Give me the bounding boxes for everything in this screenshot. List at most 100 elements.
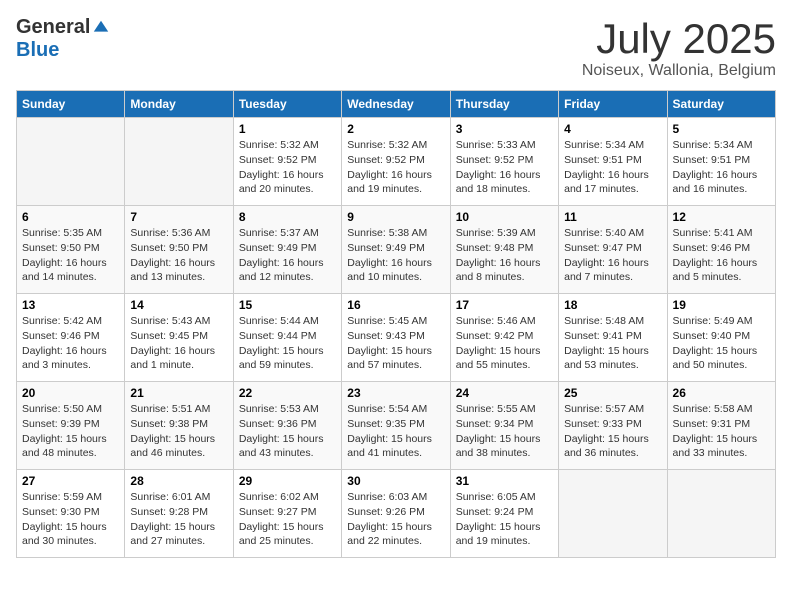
- weekday-header-cell: Saturday: [667, 91, 775, 118]
- week-row: 27 Sunrise: 5:59 AM Sunset: 9:30 PM Dayli…: [17, 470, 776, 558]
- week-row: 1 Sunrise: 5:32 AM Sunset: 9:52 PM Daylig…: [17, 118, 776, 206]
- calendar-cell: 15Sunrise: 5:44 AM Sunset: 9:44 PM Dayli…: [233, 294, 341, 382]
- day-info: Sunrise: 5:32 AM Sunset: 9:52 PM Dayligh…: [347, 138, 444, 197]
- day-info: Sunrise: 5:39 AM Sunset: 9:48 PM Dayligh…: [456, 226, 553, 285]
- day-number: 6: [22, 210, 119, 224]
- calendar-cell: 27 Sunrise: 5:59 AM Sunset: 9:30 PM Dayli…: [17, 470, 125, 558]
- weekday-header-cell: Monday: [125, 91, 233, 118]
- day-info: Sunrise: 5:51 AM Sunset: 9:38 PM Dayligh…: [130, 402, 227, 461]
- day-info: Sunrise: 5:41 AM Sunset: 9:46 PM Dayligh…: [673, 226, 770, 285]
- calendar-cell: 24 Sunrise: 5:55 AM Sunset: 9:34 PM Dayli…: [450, 382, 558, 470]
- calendar-cell: 4 Sunrise: 5:34 AM Sunset: 9:51 PM Daylig…: [559, 118, 667, 206]
- calendar-cell: 22Sunrise: 5:53 AM Sunset: 9:36 PM Dayli…: [233, 382, 341, 470]
- day-number: 19: [673, 298, 770, 312]
- weekday-header-cell: Sunday: [17, 91, 125, 118]
- day-info: Sunrise: 6:02 AM Sunset: 9:27 PM Dayligh…: [239, 490, 336, 549]
- week-row: 6 Sunrise: 5:35 AM Sunset: 9:50 PM Daylig…: [17, 206, 776, 294]
- logo-icon: [92, 19, 110, 37]
- calendar-cell: [559, 470, 667, 558]
- month-title: July 2025: [582, 16, 776, 62]
- day-number: 23: [347, 386, 444, 400]
- day-info: Sunrise: 6:05 AM Sunset: 9:24 PM Dayligh…: [456, 490, 553, 549]
- calendar-cell: 26 Sunrise: 5:58 AM Sunset: 9:31 PM Dayli…: [667, 382, 775, 470]
- page-header: General Blue July 2025 Noiseux, Wallonia…: [16, 16, 776, 80]
- weekday-header-cell: Tuesday: [233, 91, 341, 118]
- day-number: 31: [456, 474, 553, 488]
- day-info: Sunrise: 5:42 AM Sunset: 9:46 PM Dayligh…: [22, 314, 119, 373]
- day-number: 26: [673, 386, 770, 400]
- calendar-cell: 20 Sunrise: 5:50 AM Sunset: 9:39 PM Dayli…: [17, 382, 125, 470]
- day-number: 9: [347, 210, 444, 224]
- weekday-header-cell: Friday: [559, 91, 667, 118]
- day-number: 21: [130, 386, 227, 400]
- calendar-cell: 29 Sunrise: 6:02 AM Sunset: 9:27 PM Dayli…: [233, 470, 341, 558]
- day-number: 27: [22, 474, 119, 488]
- day-info: Sunrise: 5:57 AM Sunset: 9:33 PM Dayligh…: [564, 402, 661, 461]
- calendar-cell: 28Sunrise: 6:01 AM Sunset: 9:28 PM Dayli…: [125, 470, 233, 558]
- day-info: Sunrise: 5:40 AM Sunset: 9:47 PM Dayligh…: [564, 226, 661, 285]
- calendar-cell: 10 Sunrise: 5:39 AM Sunset: 9:48 PM Dayli…: [450, 206, 558, 294]
- day-info: Sunrise: 5:38 AM Sunset: 9:49 PM Dayligh…: [347, 226, 444, 285]
- calendar-cell: 7Sunrise: 5:36 AM Sunset: 9:50 PM Daylig…: [125, 206, 233, 294]
- day-number: 16: [347, 298, 444, 312]
- day-number: 7: [130, 210, 227, 224]
- calendar-cell: [17, 118, 125, 206]
- day-info: Sunrise: 5:34 AM Sunset: 9:51 PM Dayligh…: [564, 138, 661, 197]
- day-info: Sunrise: 5:53 AM Sunset: 9:36 PM Dayligh…: [239, 402, 336, 461]
- calendar-cell: 21 Sunrise: 5:51 AM Sunset: 9:38 PM Dayli…: [125, 382, 233, 470]
- day-number: 18: [564, 298, 661, 312]
- day-number: 13: [22, 298, 119, 312]
- logo-blue-text: Blue: [16, 39, 59, 61]
- calendar-cell: 18 Sunrise: 5:48 AM Sunset: 9:41 PM Dayli…: [559, 294, 667, 382]
- calendar-cell: 3 Sunrise: 5:33 AM Sunset: 9:52 PM Daylig…: [450, 118, 558, 206]
- day-info: Sunrise: 5:43 AM Sunset: 9:45 PM Dayligh…: [130, 314, 227, 373]
- logo-general-text: General: [16, 16, 90, 39]
- day-number: 14: [130, 298, 227, 312]
- day-info: Sunrise: 5:45 AM Sunset: 9:43 PM Dayligh…: [347, 314, 444, 373]
- day-number: 28: [130, 474, 227, 488]
- calendar-cell: 12Sunrise: 5:41 AM Sunset: 9:46 PM Dayli…: [667, 206, 775, 294]
- week-row: 20 Sunrise: 5:50 AM Sunset: 9:39 PM Dayli…: [17, 382, 776, 470]
- day-number: 10: [456, 210, 553, 224]
- calendar-cell: 11 Sunrise: 5:40 AM Sunset: 9:47 PM Dayli…: [559, 206, 667, 294]
- day-info: Sunrise: 5:54 AM Sunset: 9:35 PM Dayligh…: [347, 402, 444, 461]
- day-number: 20: [22, 386, 119, 400]
- calendar-cell: 5 Sunrise: 5:34 AM Sunset: 9:51 PM Daylig…: [667, 118, 775, 206]
- calendar-cell: 25 Sunrise: 5:57 AM Sunset: 9:33 PM Dayli…: [559, 382, 667, 470]
- day-number: 3: [456, 122, 553, 136]
- day-info: Sunrise: 5:48 AM Sunset: 9:41 PM Dayligh…: [564, 314, 661, 373]
- calendar-cell: 1Sunrise: 5:32 AM Sunset: 9:52 PM Daylig…: [233, 118, 341, 206]
- day-number: 24: [456, 386, 553, 400]
- day-info: Sunrise: 5:55 AM Sunset: 9:34 PM Dayligh…: [456, 402, 553, 461]
- title-block: July 2025 Noiseux, Wallonia, Belgium: [582, 16, 776, 80]
- day-number: 5: [673, 122, 770, 136]
- day-number: 17: [456, 298, 553, 312]
- day-number: 25: [564, 386, 661, 400]
- day-number: 11: [564, 210, 661, 224]
- calendar-cell: 8 Sunrise: 5:37 AM Sunset: 9:49 PM Daylig…: [233, 206, 341, 294]
- calendar-cell: 31 Sunrise: 6:05 AM Sunset: 9:24 PM Dayli…: [450, 470, 558, 558]
- day-info: Sunrise: 5:50 AM Sunset: 9:39 PM Dayligh…: [22, 402, 119, 461]
- day-info: Sunrise: 5:46 AM Sunset: 9:42 PM Dayligh…: [456, 314, 553, 373]
- day-info: Sunrise: 5:33 AM Sunset: 9:52 PM Dayligh…: [456, 138, 553, 197]
- logo: General Blue: [16, 16, 110, 62]
- week-row: 13 Sunrise: 5:42 AM Sunset: 9:46 PM Dayli…: [17, 294, 776, 382]
- calendar-cell: 16 Sunrise: 5:45 AM Sunset: 9:43 PM Dayli…: [342, 294, 450, 382]
- day-info: Sunrise: 5:35 AM Sunset: 9:50 PM Dayligh…: [22, 226, 119, 285]
- calendar-cell: 2Sunrise: 5:32 AM Sunset: 9:52 PM Daylig…: [342, 118, 450, 206]
- day-info: Sunrise: 5:37 AM Sunset: 9:49 PM Dayligh…: [239, 226, 336, 285]
- day-number: 8: [239, 210, 336, 224]
- location-title: Noiseux, Wallonia, Belgium: [582, 62, 776, 80]
- weekday-header-cell: Thursday: [450, 91, 558, 118]
- day-info: Sunrise: 5:58 AM Sunset: 9:31 PM Dayligh…: [673, 402, 770, 461]
- day-number: 30: [347, 474, 444, 488]
- calendar-cell: 14 Sunrise: 5:43 AM Sunset: 9:45 PM Dayli…: [125, 294, 233, 382]
- day-number: 29: [239, 474, 336, 488]
- day-info: Sunrise: 5:34 AM Sunset: 9:51 PM Dayligh…: [673, 138, 770, 197]
- day-number: 1: [239, 122, 336, 136]
- weekday-header-cell: Wednesday: [342, 91, 450, 118]
- day-number: 4: [564, 122, 661, 136]
- day-info: Sunrise: 6:03 AM Sunset: 9:26 PM Dayligh…: [347, 490, 444, 549]
- day-info: Sunrise: 5:59 AM Sunset: 9:30 PM Dayligh…: [22, 490, 119, 549]
- calendar-cell: 9 Sunrise: 5:38 AM Sunset: 9:49 PM Daylig…: [342, 206, 450, 294]
